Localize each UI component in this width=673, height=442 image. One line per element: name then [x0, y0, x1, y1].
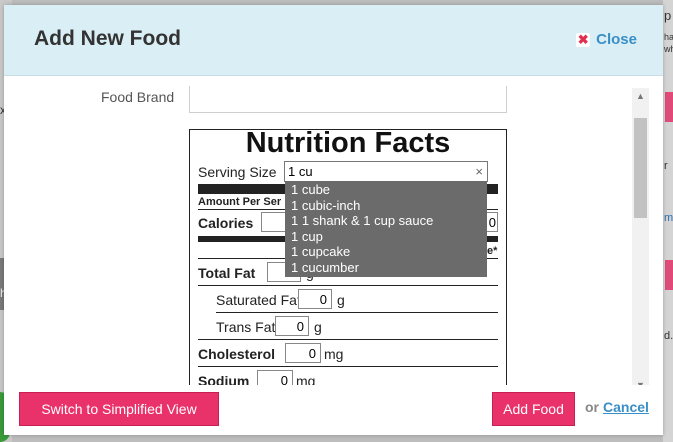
divider	[198, 285, 498, 286]
modal-scrollbar[interactable]: ▲ ▼	[632, 88, 649, 385]
saturated-fat-input[interactable]: 0	[298, 289, 332, 309]
background-text: ha	[664, 32, 673, 42]
calories-input[interactable]	[261, 212, 287, 232]
suggestion-item[interactable]: 1 cubic-inch	[285, 198, 487, 214]
trans-fat-unit: g	[314, 319, 322, 335]
background-text: d.	[664, 330, 673, 342]
suggestion-item[interactable]: 1 cupcake	[285, 244, 487, 260]
food-brand-input[interactable]	[189, 86, 507, 113]
suggestion-item[interactable]: 1 1 shank & 1 cup sauce	[285, 213, 487, 229]
saturated-fat-label: Saturated Fat	[216, 292, 301, 308]
close-icon[interactable]: ✖	[576, 32, 591, 47]
cholesterol-label: Cholesterol	[198, 346, 276, 362]
sodium-input[interactable]: 0	[257, 370, 293, 385]
suggestion-item[interactable]: 1 cube	[285, 182, 487, 198]
cholesterol-unit: mg	[324, 346, 344, 362]
close-button[interactable]: ✖ Close	[576, 31, 637, 48]
close-label[interactable]: Close	[596, 31, 637, 48]
add-food-button[interactable]: Add Food	[492, 392, 575, 426]
sodium-unit: mg	[296, 373, 316, 385]
calories-right-input[interactable]: 0	[486, 212, 498, 232]
suggestion-item[interactable]: 1 cucumber	[285, 260, 487, 276]
switch-simplified-view-button[interactable]: Switch to Simplified View	[19, 392, 219, 426]
clear-icon[interactable]: ×	[475, 162, 483, 181]
modal-title: Add New Food	[34, 27, 181, 50]
calories-label: Calories	[198, 215, 254, 231]
add-food-modal: Add New Food ✖ Close Food Brand Nutritio…	[4, 5, 663, 435]
background-page-right: p ha wh r my d.	[663, 0, 673, 442]
total-fat-label: Total Fat	[198, 265, 256, 281]
food-brand-label: Food Brand	[101, 89, 175, 105]
serving-suggestions-dropdown: 1 cube 1 cubic-inch 1 1 shank & 1 cup sa…	[285, 181, 487, 277]
background-button	[665, 92, 673, 122]
background-link: my	[664, 212, 673, 224]
serving-size-input[interactable]: 1 cu ×	[284, 161, 488, 182]
divider	[198, 366, 498, 367]
background-text: r	[664, 160, 668, 172]
divider	[198, 339, 498, 340]
trans-fat-label: Trans Fat	[216, 319, 276, 335]
cancel-link[interactable]: Cancel	[603, 399, 649, 415]
amount-per-serving-label: Amount Per Ser	[198, 196, 282, 208]
modal-header: Add New Food ✖ Close	[4, 5, 663, 76]
suggestion-item[interactable]: 1 cup	[285, 229, 487, 245]
background-text: wh	[664, 44, 673, 54]
nutrition-facts-label: Nutrition Facts Serving Size Amount Per …	[189, 127, 507, 385]
modal-footer: Switch to Simplified View Add Food or Ca…	[4, 385, 663, 435]
nutrition-facts-title: Nutrition Facts	[245, 127, 451, 159]
saturated-fat-unit: g	[337, 292, 345, 308]
background-button	[665, 260, 673, 290]
or-text: or	[585, 399, 599, 415]
scroll-up-arrow-icon[interactable]: ▲	[632, 88, 649, 104]
background-text: p	[664, 8, 672, 23]
divider	[216, 312, 498, 313]
modal-body: Food Brand Nutrition Facts Serving Size …	[4, 76, 663, 385]
sodium-label: Sodium	[198, 373, 250, 385]
scroll-thumb[interactable]	[634, 118, 647, 218]
trans-fat-input[interactable]: 0	[275, 316, 309, 336]
scroll-down-arrow-icon[interactable]: ▼	[632, 377, 649, 385]
serving-size-value: 1 cu	[288, 164, 313, 179]
cholesterol-input[interactable]: 0	[285, 343, 321, 363]
serving-size-label: Serving Size	[198, 164, 277, 180]
daily-value-header: e*	[487, 245, 498, 257]
